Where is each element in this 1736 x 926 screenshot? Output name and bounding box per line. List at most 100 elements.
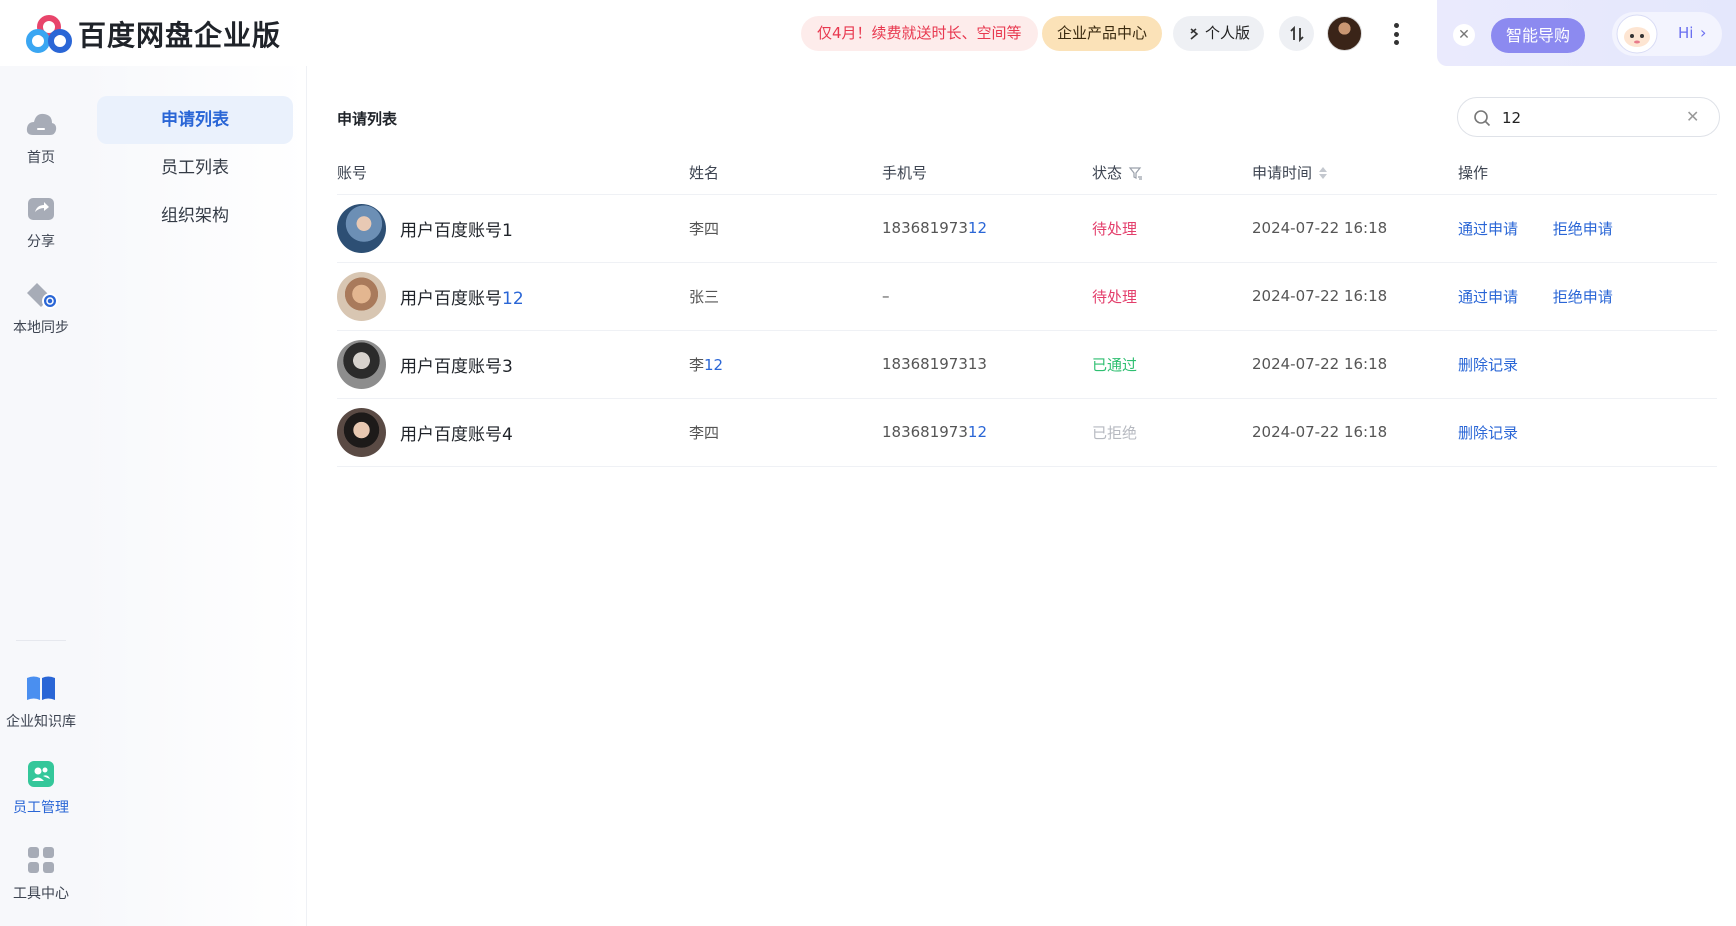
status-badge: 待处理 <box>1092 219 1138 238</box>
status-header-label: 状态 <box>1092 164 1123 183</box>
account-name: 用户百度账号4 <box>400 424 513 445</box>
main-content: 申请列表 ✕ 账号 姓名 手机号 状态 <box>307 66 1736 926</box>
avatar <box>337 339 386 389</box>
phone-cell: – <box>882 262 1092 331</box>
filter-icon[interactable] <box>1128 165 1144 181</box>
column-header-account: 账号 <box>337 152 689 195</box>
avatar <box>337 203 386 253</box>
transfer-button[interactable] <box>1279 16 1314 51</box>
rail-label-staff: 员工管理 <box>13 800 69 816</box>
chevron-right-icon: › <box>1700 23 1707 42</box>
subnav-item-org-structure[interactable]: 组织架构 <box>97 192 293 240</box>
smart-guide-button[interactable]: 智能导购 <box>1491 18 1586 53</box>
subnav-item-applications[interactable]: 申请列表 <box>97 96 293 144</box>
status-cell: 待处理 <box>1092 262 1252 331</box>
rail-item-share[interactable]: 分享 <box>0 190 82 251</box>
app-window: 百度网盘企业版 仅4月！续费就送时长、空间等 企业产品中心 个人版 ✕ 智能导购 <box>0 0 1736 926</box>
apply-time-cell: 2024-07-22 16:18 <box>1252 398 1458 467</box>
avatar <box>337 271 386 321</box>
apply-time-cell: 2024-07-22 16:18 <box>1252 194 1458 263</box>
app-title: 百度网盘企业版 <box>78 19 282 52</box>
status-cell: 已拒绝 <box>1092 398 1252 467</box>
actions-cell: 通过申请 拒绝申请 <box>1458 262 1717 331</box>
delete-record-button[interactable]: 删除记录 <box>1458 356 1518 374</box>
apply-time-header-label: 申请时间 <box>1252 164 1313 183</box>
renewal-promo-badge[interactable]: 仅4月！续费就送时长、空间等 <box>801 16 1038 51</box>
grid-icon <box>23 842 59 878</box>
rail-divider <box>16 640 66 641</box>
book-icon <box>23 670 59 706</box>
phone-cell: 18368197313 <box>882 330 1092 399</box>
rail-item-staff[interactable]: 员工管理 <box>0 756 82 817</box>
assistant-hi-button[interactable]: Hi › <box>1612 12 1722 56</box>
baidu-netdisk-logo-icon <box>26 15 72 53</box>
reject-button[interactable]: 拒绝申请 <box>1553 220 1613 238</box>
status-cell: 已通过 <box>1092 330 1252 399</box>
personal-edition-button[interactable]: 个人版 <box>1173 16 1265 51</box>
apply-time-cell: 2024-07-22 16:18 <box>1252 262 1458 331</box>
product-center-button[interactable]: 企业产品中心 <box>1042 16 1163 51</box>
left-rail: 首页 分享 本地同步 企业知识库 员工管理 工具中心 <box>0 66 82 926</box>
guide-close-icon[interactable]: ✕ <box>1453 24 1475 46</box>
search-input[interactable] <box>1502 106 1672 130</box>
rail-item-knowledge-base[interactable]: 企业知识库 <box>0 670 82 731</box>
personal-edition-label: 个人版 <box>1205 24 1251 42</box>
rail-label-knowledge-base: 企业知识库 <box>6 714 76 730</box>
phone-cell: 18368197312 <box>882 194 1092 263</box>
name-cell: 张三 <box>689 262 882 331</box>
sync-icon <box>23 276 59 312</box>
rail-label-share: 分享 <box>27 234 55 250</box>
status-badge: 已通过 <box>1092 355 1138 374</box>
table-row: 用户百度账号3 李12 18368197313 已通过 2024-07-22 1… <box>337 330 1717 399</box>
top-header: 百度网盘企业版 仅4月！续费就送时长、空间等 企业产品中心 个人版 ✕ 智能导购 <box>0 0 1736 66</box>
search-icon <box>1474 110 1491 127</box>
rail-label-sync: 本地同步 <box>13 320 69 336</box>
column-header-name: 姓名 <box>689 152 882 195</box>
column-header-phone: 手机号 <box>882 152 1092 195</box>
column-header-status: 状态 <box>1092 152 1252 195</box>
rail-item-sync[interactable]: 本地同步 <box>0 276 82 337</box>
rail-label-home: 首页 <box>27 150 55 166</box>
share-icon <box>23 190 59 226</box>
rail-item-tools[interactable]: 工具中心 <box>0 842 82 903</box>
sort-icon[interactable] <box>1318 165 1328 181</box>
switch-icon <box>1190 27 1199 40</box>
page-title: 申请列表 <box>337 110 398 128</box>
column-header-apply-time: 申请时间 <box>1252 152 1458 195</box>
name-cell: 李四 <box>689 398 882 467</box>
staff-icon <box>23 756 59 792</box>
phone-cell: 18368197312 <box>882 398 1092 467</box>
transfer-arrows-icon <box>1289 25 1304 42</box>
table-row: 用户百度账号12 张三 – 待处理 2024-07-22 16:18 通过申请 … <box>337 262 1717 331</box>
account-name: 用户百度账号1 <box>400 220 513 241</box>
approve-button[interactable]: 通过申请 <box>1458 220 1518 238</box>
application-table: 账号 姓名 手机号 状态 申请时间 操作 用户百度账号1 李四 18368197… <box>337 152 1717 467</box>
actions-cell: 删除记录 <box>1458 398 1717 467</box>
subnav-item-staff-list[interactable]: 员工列表 <box>97 144 293 192</box>
status-badge: 已拒绝 <box>1092 423 1138 442</box>
reject-button[interactable]: 拒绝申请 <box>1553 288 1613 306</box>
assistant-robot-icon <box>1616 14 1658 54</box>
account-name: 用户百度账号12 <box>400 288 524 309</box>
user-avatar[interactable] <box>1327 16 1362 51</box>
rail-label-tools: 工具中心 <box>13 886 69 902</box>
smart-guide-panel: ✕ 智能导购 Hi › <box>1437 0 1736 66</box>
approve-button[interactable]: 通过申请 <box>1458 288 1518 306</box>
cloud-icon <box>23 106 59 142</box>
clear-search-icon[interactable]: ✕ <box>1686 107 1699 126</box>
sub-navigation: 申请列表 员工列表 组织架构 <box>82 66 307 926</box>
account-name: 用户百度账号3 <box>400 356 513 377</box>
table-header-row: 账号 姓名 手机号 状态 申请时间 操作 <box>337 152 1717 195</box>
actions-cell: 删除记录 <box>1458 330 1717 399</box>
search-box: ✕ <box>1457 97 1720 137</box>
avatar <box>337 407 386 457</box>
table-row: 用户百度账号1 李四 18368197312 待处理 2024-07-22 16… <box>337 194 1717 263</box>
apply-time-cell: 2024-07-22 16:18 <box>1252 330 1458 399</box>
hi-label: Hi <box>1678 24 1694 42</box>
status-badge: 待处理 <box>1092 287 1138 306</box>
more-menu-icon[interactable] <box>1390 20 1402 48</box>
status-cell: 待处理 <box>1092 194 1252 263</box>
rail-item-home[interactable]: 首页 <box>0 106 82 167</box>
delete-record-button[interactable]: 删除记录 <box>1458 424 1518 442</box>
logo[interactable]: 百度网盘企业版 <box>26 14 281 54</box>
